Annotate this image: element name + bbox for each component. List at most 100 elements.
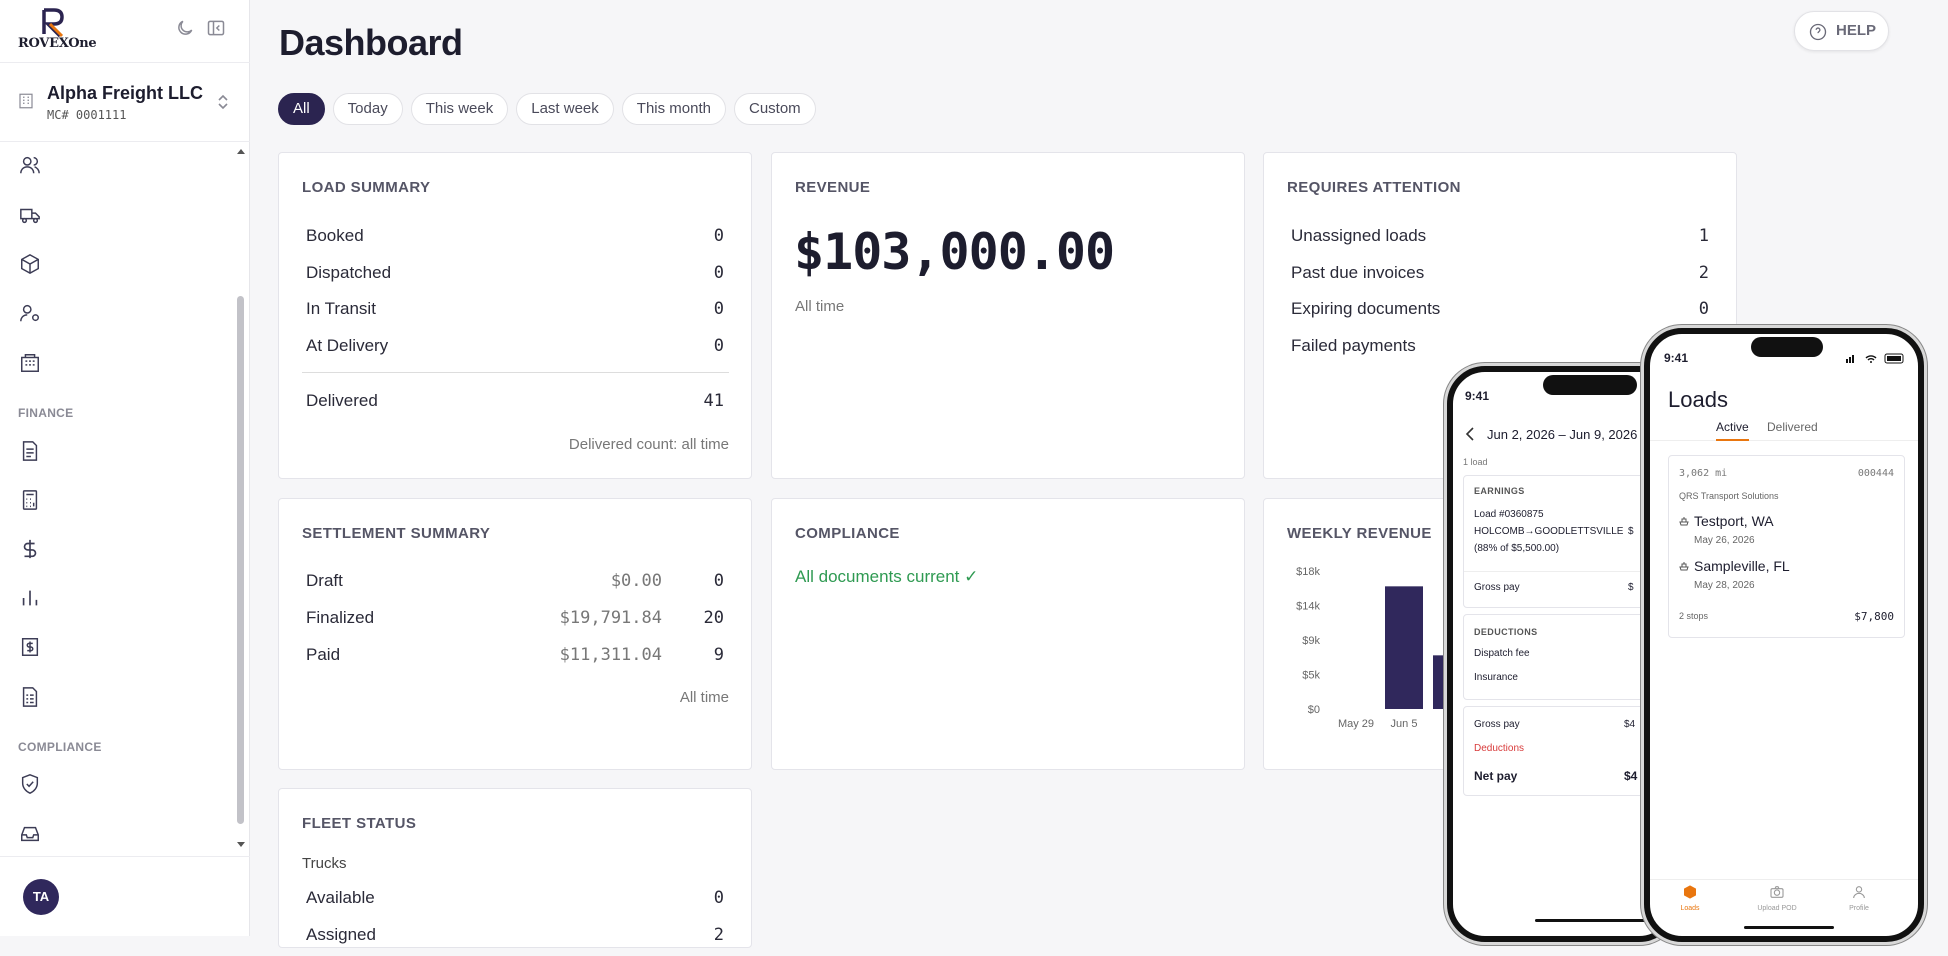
load-summary-note: Delivered count: all time <box>568 436 729 453</box>
truck-icon <box>20 208 40 224</box>
settlement-row-finalized: Finalized $19,791.84 20 <box>306 608 724 632</box>
row-value: 0 <box>713 226 724 246</box>
nav-calculator[interactable] <box>19 489 41 511</box>
avatar[interactable]: TA <box>23 879 59 915</box>
nav-loads[interactable] <box>19 253 41 275</box>
nav-compliance[interactable] <box>19 773 41 795</box>
chart-bar[interactable] <box>1385 586 1423 709</box>
tab-delivered[interactable]: Delivered <box>1767 420 1818 434</box>
delivery-ship-icon <box>1679 562 1689 571</box>
dispatch-fee-label: Dispatch fee <box>1474 648 1530 659</box>
scroll-up-arrow[interactable] <box>236 147 246 155</box>
row-label: Finalized <box>306 608 375 627</box>
org-mc-number: MC# 0001111 <box>47 108 127 122</box>
nav-trucks[interactable] <box>19 204 41 226</box>
row-amount: $0.00 <box>610 571 662 591</box>
nav-inbox[interactable] <box>19 823 41 845</box>
row-count: 0 <box>713 571 724 591</box>
revenue-title: REVENUE <box>795 179 871 196</box>
box-icon <box>21 253 39 275</box>
compliance-heading: COMPLIANCE <box>18 740 102 754</box>
load-price: $7,800 <box>1854 610 1894 623</box>
calculator-icon <box>22 490 38 510</box>
nav-upload-label: Upload POD <box>1757 905 1797 912</box>
nav-upload-tab[interactable]: Upload POD <box>1752 884 1802 912</box>
nav-reports[interactable] <box>19 587 41 609</box>
attention-row-past-due[interactable]: Past due invoices 2 <box>1291 263 1709 287</box>
settlement-row-draft: Draft $0.00 0 <box>306 571 724 595</box>
status-time: 9:41 <box>1664 351 1689 365</box>
row-value: 0 <box>713 263 724 283</box>
status-icons <box>1846 353 1904 364</box>
row-label: Failed payments <box>1291 336 1416 355</box>
nav-profile-tab[interactable]: Profile <box>1842 884 1876 912</box>
nav-expenses[interactable] <box>19 686 41 708</box>
y-tick-label: $0 <box>1308 704 1320 716</box>
insurance-label: Insurance <box>1474 672 1518 683</box>
nav-users[interactable] <box>19 154 41 176</box>
row-label: Booked <box>306 226 364 245</box>
stop-count: 2 stops <box>1679 611 1709 621</box>
load-card[interactable]: 3,062 mi 000444 QRS Transport Solutions … <box>1668 455 1905 638</box>
filter-this-week[interactable]: This week <box>410 93 509 125</box>
sidebar: ROVEXOne Alpha Freight LLC MC# 0001111 F… <box>0 0 250 936</box>
filter-today[interactable]: Today <box>332 93 403 125</box>
sidebar-collapse-icon <box>207 20 225 36</box>
fleet-subtitle: Trucks <box>302 855 347 872</box>
collapse-sidebar-button[interactable] <box>206 18 226 38</box>
help-button[interactable]: HELP <box>1794 11 1889 51</box>
building-icon <box>21 354 39 372</box>
org-name: Alpha Freight LLC <box>47 83 203 103</box>
attention-row-expiring[interactable]: Expiring documents 0 <box>1291 299 1709 323</box>
shield-check-icon <box>21 774 39 794</box>
nav-payments[interactable] <box>19 538 41 560</box>
nav-drivers[interactable] <box>19 302 41 324</box>
moon-icon <box>178 20 193 35</box>
compliance-status: All documents current ✓ <box>795 567 979 586</box>
filter-last-week[interactable]: Last week <box>516 93 614 125</box>
load-number: Load #0360875 <box>1474 509 1544 520</box>
home-indicator <box>1744 926 1834 929</box>
load-route: HOLCOMB→GOODLETTSVILLE <box>1474 526 1624 537</box>
back-chevron-icon[interactable] <box>1465 427 1475 441</box>
row-label: Available <box>306 888 375 907</box>
revenue-note: All time <box>795 298 845 315</box>
filter-custom[interactable]: Custom <box>733 93 816 125</box>
row-label: Expiring documents <box>1291 299 1441 318</box>
destination-city: Sampleville, FL <box>1694 558 1790 574</box>
dollar-icon <box>23 539 37 559</box>
load-id: 000444 <box>1857 468 1894 479</box>
filter-this-month[interactable]: This month <box>621 93 726 125</box>
row-label: Past due invoices <box>1291 263 1425 282</box>
row-label: Unassigned loads <box>1291 226 1427 245</box>
building-icon <box>19 93 33 109</box>
row-value: 2 <box>1698 263 1709 283</box>
gross-total-label: Gross pay <box>1474 719 1520 730</box>
document-icon <box>22 441 38 461</box>
loads-tabs: Active Delivered <box>1650 416 1918 441</box>
dark-mode-toggle[interactable] <box>175 18 195 38</box>
gross-total-value: $4 <box>1624 719 1636 730</box>
brand-logo[interactable]: ROVEXOne <box>18 4 98 52</box>
phone-settlement-mockup: 9:41 Jun 2, 2026 – Jun 9, 2026 1 load EA… <box>1447 366 1677 942</box>
nav-customers[interactable] <box>19 352 41 374</box>
nav-invoices[interactable] <box>19 440 41 462</box>
row-count: 9 <box>713 645 724 665</box>
nav-profile-label: Profile <box>1849 905 1869 912</box>
earnings-heading: EARNINGS <box>1474 486 1525 496</box>
settlement-title: SETTLEMENT SUMMARY <box>302 525 491 542</box>
attention-row-unassigned[interactable]: Unassigned loads 1 <box>1291 226 1709 250</box>
deductions-total-label: Deductions <box>1474 743 1525 754</box>
nav-loads-tab[interactable]: Loads <box>1673 884 1707 912</box>
finance-heading: FINANCE <box>18 406 74 420</box>
tabbar-divider <box>1650 879 1918 880</box>
row-value: 0 <box>713 299 724 319</box>
tab-active[interactable]: Active <box>1716 420 1749 441</box>
gross-pay-label: Gross pay <box>1474 582 1520 593</box>
sidebar-scrollbar[interactable] <box>237 296 244 824</box>
organization-switcher[interactable]: Alpha Freight LLC MC# 0001111 <box>0 62 250 142</box>
nav-settlements[interactable] <box>19 636 41 658</box>
scroll-down-arrow[interactable] <box>236 841 246 849</box>
y-tick-label: $5k <box>1302 670 1320 682</box>
filter-all[interactable]: All <box>278 93 325 125</box>
